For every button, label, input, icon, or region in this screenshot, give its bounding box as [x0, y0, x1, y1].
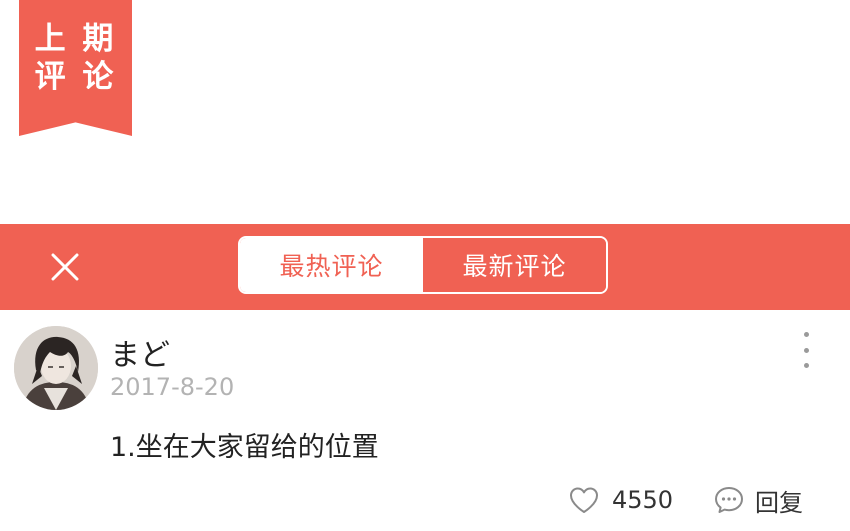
close-icon — [51, 253, 79, 281]
tab-hot-comments[interactable]: 最热评论 — [240, 238, 423, 292]
more-options-button[interactable] — [795, 332, 817, 368]
tab-new-comments[interactable]: 最新评论 — [423, 238, 606, 292]
avatar[interactable] — [14, 326, 98, 410]
more-vertical-icon-dot — [803, 347, 809, 353]
reply-button[interactable]: 回复 — [713, 480, 803, 520]
more-vertical-icon-dot — [803, 332, 809, 337]
ribbon-line-2: 评 论 — [34, 59, 117, 95]
ribbon-line-1: 上 期 — [34, 21, 117, 57]
user-avatar-image — [14, 326, 98, 410]
close-button[interactable] — [46, 247, 84, 287]
comment-text: 1.坐在大家留给的位置 — [110, 432, 379, 463]
reply-label: 回复 — [755, 488, 803, 517]
more-vertical-icon-dot — [803, 363, 809, 368]
comment-bubble-icon — [715, 487, 743, 513]
comment-item: まど 2017-8-20 1.坐在大家留给的位置 4550 回复 — [0, 310, 850, 531]
like-button[interactable]: 4550 — [568, 480, 673, 520]
heart-outline-icon — [570, 487, 598, 513]
comment-sort-tabs: 最热评论 最新评论 — [238, 236, 608, 294]
previous-comments-ribbon: 上 期 评 论 — [19, 0, 132, 136]
comment-actions: 4550 回复 — [0, 480, 850, 520]
like-count: 4550 — [612, 486, 674, 514]
comment-tab-bar: 最热评论 最新评论 — [0, 224, 850, 310]
comment-date: 2017-8-20 — [110, 373, 235, 401]
comment-username[interactable]: まど — [110, 330, 170, 374]
